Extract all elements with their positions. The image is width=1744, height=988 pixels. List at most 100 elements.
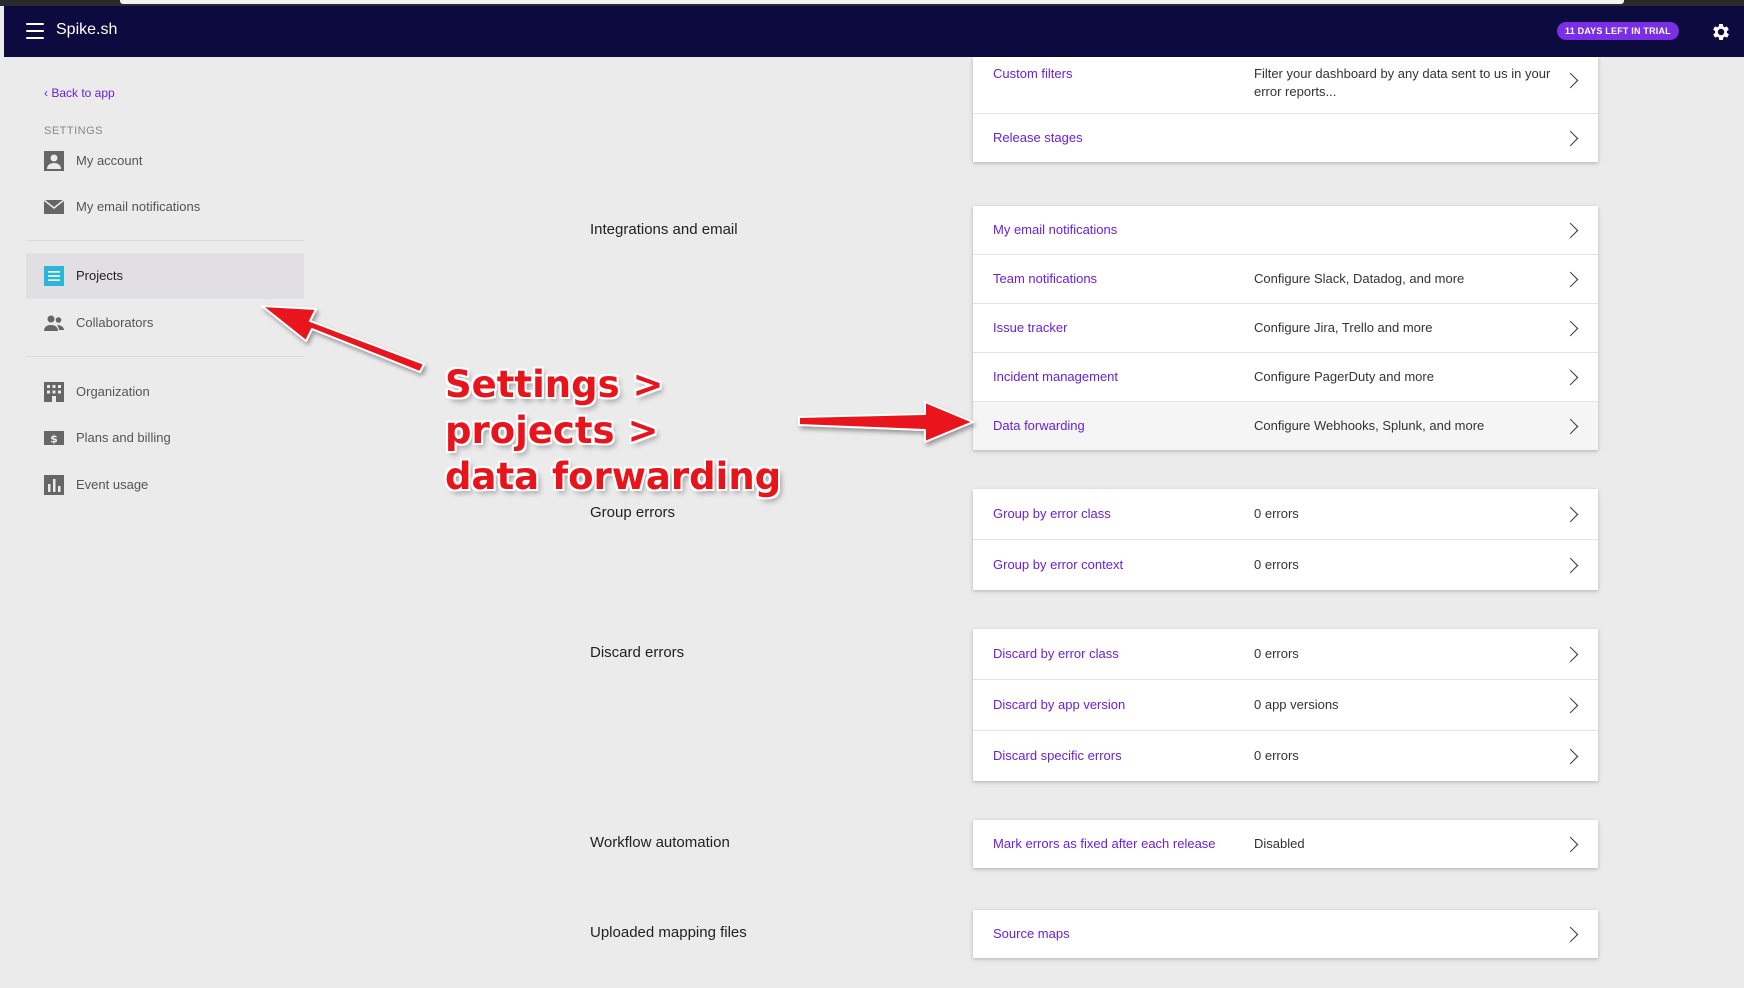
- row-incident-management[interactable]: Incident management Configure PagerDuty …: [973, 353, 1598, 402]
- building-icon: [44, 382, 64, 402]
- card-integrations: My email notifications Team notification…: [973, 206, 1598, 450]
- chevron-right-icon: [1562, 418, 1579, 435]
- row-title: Source maps: [993, 926, 1070, 941]
- row-group-by-error-context[interactable]: Group by error context 0 errors: [973, 540, 1598, 590]
- row-description: Configure Webhooks, Splunk, and more: [1254, 418, 1485, 433]
- back-to-app-link[interactable]: ‹ Back to app: [44, 86, 115, 100]
- card-mapping-files: Source maps: [973, 910, 1598, 958]
- chevron-right-icon: [1562, 271, 1579, 288]
- app-header: Spike.sh 11 DAYS LEFT IN TRIAL: [4, 6, 1744, 57]
- people-icon: [44, 315, 64, 331]
- card-discard-errors: Discard by error class 0 errors Discard …: [973, 629, 1598, 781]
- chevron-right-icon: [1562, 646, 1579, 663]
- row-description: 0 errors: [1254, 748, 1299, 763]
- annotation-line-2: data forwarding: [445, 455, 782, 498]
- row-title: Custom filters: [993, 66, 1073, 81]
- sidebar-item-organization[interactable]: Organization: [26, 369, 304, 415]
- sidebar-item-label: Plans and billing: [76, 430, 171, 445]
- row-title: Group by error context: [993, 557, 1124, 572]
- row-source-maps[interactable]: Source maps: [973, 910, 1598, 958]
- annotation-text: Settings > projects > data forwarding: [445, 362, 845, 500]
- row-mark-errors-fixed[interactable]: Mark errors as fixed after each release …: [973, 820, 1598, 868]
- chevron-right-icon: [1562, 697, 1579, 714]
- gear-icon[interactable]: [1710, 21, 1732, 43]
- row-title: My email notifications: [993, 222, 1118, 237]
- row-my-email-notifications[interactable]: My email notifications: [973, 206, 1598, 255]
- projects-icon: [44, 266, 64, 286]
- row-description: 0 errors: [1254, 557, 1299, 572]
- section-label-mapping-files: Uploaded mapping files: [590, 924, 747, 941]
- row-title: Discard specific errors: [993, 748, 1122, 763]
- row-release-stages[interactable]: Release stages: [973, 114, 1598, 162]
- row-description: 0 errors: [1254, 646, 1299, 661]
- sidebar-item-label: My account: [76, 153, 143, 168]
- dollar-icon: $: [44, 431, 64, 446]
- chevron-right-icon: [1562, 836, 1579, 853]
- sidebar-item-email-notifications[interactable]: My email notifications: [26, 184, 304, 230]
- section-label-group-errors: Group errors: [590, 504, 676, 521]
- chevron-right-icon: [1562, 130, 1579, 147]
- row-description: Configure PagerDuty and more: [1254, 369, 1434, 384]
- sidebar-item-label: Collaborators: [76, 315, 154, 330]
- sidebar-item-projects[interactable]: Projects: [26, 253, 304, 299]
- settings-sidebar: ‹ Back to app SETTINGS My account My ema…: [4, 57, 304, 988]
- card-group-errors: Group by error class 0 errors Group by e…: [973, 489, 1598, 590]
- chevron-right-icon: [1562, 222, 1579, 239]
- chevron-right-icon: [1562, 506, 1579, 523]
- row-team-notifications[interactable]: Team notifications Configure Slack, Data…: [973, 255, 1598, 304]
- row-discard-by-app-version[interactable]: Discard by app version 0 app versions: [973, 680, 1598, 731]
- row-title: Team notifications: [993, 271, 1098, 286]
- row-description: Configure Jira, Trello and more: [1254, 320, 1433, 335]
- row-discard-by-error-class[interactable]: Discard by error class 0 errors: [973, 629, 1598, 680]
- row-description: Disabled: [1254, 836, 1305, 851]
- row-description: Filter your dashboard by any data sent t…: [1254, 66, 1551, 99]
- chevron-right-icon: [1562, 748, 1579, 765]
- browser-top-bar: [120, 0, 1624, 4]
- sidebar-item-label: My email notifications: [76, 199, 201, 214]
- brand-name[interactable]: Spike.sh: [56, 21, 117, 39]
- row-custom-filters[interactable]: Custom filters Filter your dashboard by …: [973, 57, 1598, 114]
- sidebar-divider: [26, 356, 304, 357]
- row-title: Mark errors as fixed after each release: [993, 836, 1216, 851]
- card-workflow-automation: Mark errors as fixed after each release …: [973, 820, 1598, 868]
- card-filters: Custom filters Filter your dashboard by …: [973, 57, 1598, 162]
- settings-heading: SETTINGS: [44, 125, 104, 137]
- envelope-icon: [44, 199, 64, 214]
- row-discard-specific-errors[interactable]: Discard specific errors 0 errors: [973, 731, 1598, 781]
- row-title: Discard by app version: [993, 697, 1126, 712]
- chevron-right-icon: [1562, 369, 1579, 386]
- chevron-right-icon: [1562, 72, 1579, 89]
- row-description: Configure Slack, Datadog, and more: [1254, 271, 1465, 286]
- sidebar-item-label: Projects: [76, 268, 123, 283]
- section-label-discard-errors: Discard errors: [590, 644, 685, 661]
- row-title: Discard by error class: [993, 646, 1119, 661]
- svg-text:$: $: [50, 433, 58, 446]
- sidebar-item-collaborators[interactable]: Collaborators: [26, 300, 304, 346]
- row-description: 0 errors: [1254, 506, 1299, 521]
- sidebar-item-label: Organization: [76, 384, 150, 399]
- sidebar-item-label: Event usage: [76, 477, 149, 492]
- section-label-integrations: Integrations and email: [590, 221, 738, 238]
- row-title: Incident management: [993, 369, 1119, 384]
- hamburger-menu-icon[interactable]: [26, 23, 44, 39]
- annotation-line-1: Settings > projects >: [445, 363, 664, 452]
- chevron-right-icon: [1562, 320, 1579, 337]
- sidebar-item-plans-billing[interactable]: $ Plans and billing: [26, 415, 304, 461]
- row-title: Issue tracker: [993, 320, 1068, 335]
- row-data-forwarding[interactable]: Data forwarding Configure Webhooks, Splu…: [973, 402, 1598, 450]
- sidebar-item-event-usage[interactable]: Event usage: [26, 462, 304, 508]
- row-title: Release stages: [993, 130, 1083, 145]
- section-label-workflow: Workflow automation: [590, 834, 730, 851]
- sidebar-divider: [26, 240, 304, 241]
- row-group-by-error-class[interactable]: Group by error class 0 errors: [973, 489, 1598, 540]
- row-title: Data forwarding: [993, 418, 1085, 433]
- trial-badge[interactable]: 11 DAYS LEFT IN TRIAL: [1557, 22, 1679, 40]
- row-title: Group by error class: [993, 506, 1111, 521]
- bar-chart-icon: [44, 475, 64, 495]
- chevron-right-icon: [1562, 557, 1579, 574]
- chevron-right-icon: [1562, 926, 1579, 943]
- row-description: 0 app versions: [1254, 697, 1339, 712]
- person-icon: [44, 151, 64, 171]
- sidebar-item-my-account[interactable]: My account: [26, 138, 304, 184]
- row-issue-tracker[interactable]: Issue tracker Configure Jira, Trello and…: [973, 304, 1598, 353]
